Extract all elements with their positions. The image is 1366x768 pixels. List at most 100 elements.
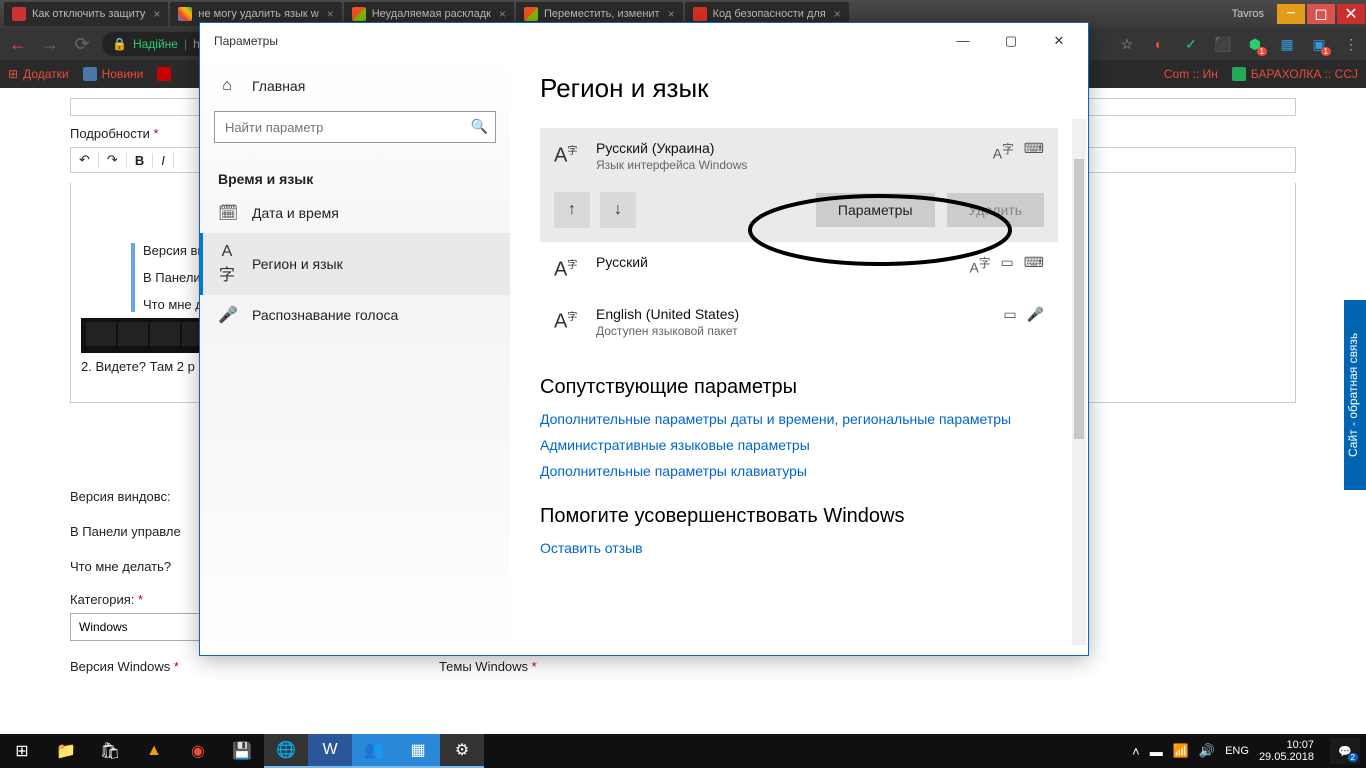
screenshot-thumbnail bbox=[81, 318, 217, 353]
volume-icon[interactable]: 🔊 bbox=[1199, 743, 1215, 759]
nav-search[interactable]: 🔍 bbox=[214, 111, 496, 143]
bookmark-item[interactable]: Новини bbox=[83, 67, 144, 81]
taskbar-app[interactable]: ▦ bbox=[396, 734, 440, 768]
settings-content: Регион и язык A字 Русский (Украина) Язык … bbox=[510, 59, 1088, 655]
related-link[interactable]: Дополнительные параметры даты и времени,… bbox=[540, 411, 1058, 427]
taskbar-chrome[interactable]: 🌐 bbox=[264, 734, 308, 768]
language-icon: A字 bbox=[554, 142, 582, 168]
taskbar-clock[interactable]: 10:07 29.05.2018 bbox=[1259, 739, 1314, 763]
window-maximize-button[interactable]: ◻ bbox=[1307, 4, 1335, 24]
bookmark-item[interactable]: БАРАХОЛКА :: CCJ bbox=[1232, 67, 1358, 81]
tts-icon: ▭ bbox=[1001, 254, 1014, 276]
language-name: Русский (Украина) bbox=[596, 140, 747, 156]
nav-region-language[interactable]: A字Регион и язык bbox=[200, 233, 510, 295]
window-close-button[interactable]: ✕ bbox=[1044, 33, 1074, 49]
settings-nav: ⌂Главная 🔍 Время и язык 🗓Дата и время A字… bbox=[200, 59, 510, 655]
extension-icon[interactable]: ⬛ bbox=[1214, 35, 1232, 53]
action-center-button[interactable]: 💬2 bbox=[1330, 738, 1360, 764]
window-close-button[interactable]: ✕ bbox=[1337, 4, 1365, 24]
feedback-tab[interactable]: Сайт - обратная связь bbox=[1344, 300, 1366, 490]
taskbar-app[interactable]: ▲ bbox=[132, 734, 176, 768]
windows-taskbar: ⊞ 📁 🛍 ▲ ◉ 💾 🌐 W 👥 ▦ ⚙ ˄ ▬ 📶 🔊 ENG 10:07 … bbox=[0, 734, 1366, 768]
window-minimize-button[interactable]: — bbox=[948, 33, 978, 49]
microphone-icon: 🎤 bbox=[218, 305, 236, 325]
language-name: Русский bbox=[596, 254, 648, 270]
language-icon: A字 bbox=[218, 243, 236, 285]
start-button[interactable]: ⊞ bbox=[0, 734, 44, 768]
google-icon bbox=[178, 7, 192, 21]
microphone-icon: 🎤 bbox=[1027, 306, 1044, 323]
taskbar-app[interactable]: 💾 bbox=[220, 734, 264, 768]
search-input[interactable] bbox=[214, 111, 496, 143]
nav-home[interactable]: ⌂Главная bbox=[200, 67, 510, 105]
star-icon[interactable]: ☆ bbox=[1118, 35, 1136, 53]
nav-date-time[interactable]: 🗓Дата и время bbox=[200, 193, 510, 233]
language-item[interactable]: A字 Русский A字 ▭ ⌨ bbox=[540, 242, 1058, 294]
tray-chevron-icon[interactable]: ˄ bbox=[1132, 744, 1140, 759]
settings-titlebar[interactable]: Параметры — ▢ ✕ bbox=[200, 23, 1088, 59]
related-link[interactable]: Административные языковые параметры bbox=[540, 437, 1058, 453]
extension-icon[interactable]: ▦ bbox=[1278, 35, 1296, 53]
feedback-link[interactable]: Оставить отзыв bbox=[540, 540, 1058, 556]
extension-icon[interactable]: ✓ bbox=[1182, 35, 1200, 53]
close-icon[interactable]: × bbox=[834, 7, 841, 21]
nav-back-button[interactable]: ← bbox=[6, 32, 30, 56]
display-lang-icon: A字 bbox=[970, 254, 991, 276]
taskbar-app[interactable]: 👥 bbox=[352, 734, 396, 768]
page-heading: Регион и язык bbox=[540, 73, 1058, 104]
site-icon bbox=[1232, 67, 1246, 81]
bookmark-item[interactable]: Com :: Ин bbox=[1164, 67, 1218, 81]
bookmark-apps[interactable]: ⊞ Додатки bbox=[8, 67, 69, 81]
youtube-icon bbox=[157, 67, 171, 81]
home-icon: ⌂ bbox=[218, 77, 236, 95]
taskbar-store[interactable]: 🛍 bbox=[88, 734, 132, 768]
taskbar-settings[interactable]: ⚙ bbox=[440, 734, 484, 768]
search-icon: 🔍 bbox=[471, 118, 488, 135]
improve-heading: Помогите усовершенствовать Windows bbox=[540, 505, 1058, 528]
window-maximize-button[interactable]: ▢ bbox=[996, 33, 1026, 49]
close-icon[interactable]: × bbox=[153, 7, 160, 21]
browser-tab[interactable]: Как отключить защиту× bbox=[4, 2, 168, 26]
vk-icon bbox=[83, 67, 97, 81]
language-icon: A字 bbox=[554, 308, 582, 334]
gmail-icon bbox=[693, 7, 707, 21]
language-delete-button: Удалить bbox=[947, 193, 1044, 227]
extension-icon[interactable]: ◐ bbox=[1150, 35, 1168, 53]
input-language[interactable]: ENG bbox=[1225, 745, 1249, 757]
display-lang-icon: A字 bbox=[993, 140, 1014, 162]
language-options-button[interactable]: Параметры bbox=[816, 193, 935, 227]
window-title: Параметры bbox=[214, 34, 278, 48]
language-actions: ↑ ↓ Параметры Удалить bbox=[540, 184, 1058, 242]
browser-menu-button[interactable]: ⋮ bbox=[1342, 35, 1360, 53]
battery-icon[interactable]: ▬ bbox=[1150, 744, 1163, 759]
field-label: Темы Windows * bbox=[439, 659, 537, 674]
related-link[interactable]: Дополнительные параметры клавиатуры bbox=[540, 463, 1058, 479]
taskbar-app[interactable]: ◉ bbox=[176, 734, 220, 768]
close-icon[interactable]: × bbox=[499, 7, 506, 21]
window-minimize-button[interactable]: − bbox=[1277, 4, 1305, 24]
nav-forward-button[interactable]: → bbox=[38, 32, 62, 56]
tts-icon: ▭ bbox=[1003, 306, 1016, 323]
extension-icon[interactable]: ▣1 bbox=[1310, 35, 1328, 53]
close-icon[interactable]: × bbox=[668, 7, 675, 21]
close-icon[interactable]: × bbox=[327, 7, 334, 21]
language-icon: A字 bbox=[554, 256, 582, 282]
wifi-icon[interactable]: 📶 bbox=[1173, 743, 1189, 759]
keyboard-icon: ⌨ bbox=[1024, 254, 1044, 276]
language-item[interactable]: A字 English (United States) Доступен язык… bbox=[540, 294, 1058, 350]
titlebar-user: Tavros bbox=[1220, 8, 1276, 20]
extension-icon[interactable]: ⬢1 bbox=[1246, 35, 1264, 53]
scrollbar-thumb[interactable] bbox=[1074, 159, 1084, 439]
settings-window: Параметры — ▢ ✕ ⌂Главная 🔍 Время и язык … bbox=[199, 22, 1089, 656]
bookmark-item[interactable] bbox=[157, 67, 171, 81]
move-down-button[interactable]: ↓ bbox=[600, 192, 636, 228]
move-up-button[interactable]: ↑ bbox=[554, 192, 590, 228]
language-item[interactable]: A字 Русский (Украина) Язык интерфейса Win… bbox=[540, 128, 1058, 184]
scrollbar[interactable] bbox=[1072, 119, 1086, 645]
taskbar-explorer[interactable]: 📁 bbox=[44, 734, 88, 768]
field-label: Версия Windows * bbox=[70, 659, 179, 674]
nav-speech[interactable]: 🎤Распознавание голоса bbox=[200, 295, 510, 335]
taskbar-word[interactable]: W bbox=[308, 734, 352, 768]
nav-reload-button[interactable]: ⟳ bbox=[70, 32, 94, 56]
language-sub: Язык интерфейса Windows bbox=[596, 158, 747, 172]
